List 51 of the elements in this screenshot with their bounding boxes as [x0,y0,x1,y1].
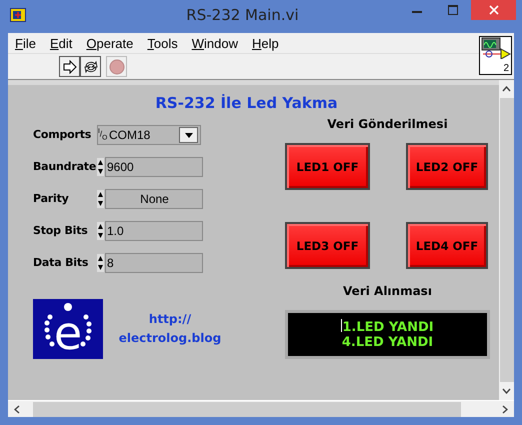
horizontal-scrollbar[interactable] [8,400,514,417]
run-continuously-button[interactable] [80,56,101,77]
cycle-arrows-icon [82,60,98,74]
spinner-arrows-icon[interactable] [97,158,104,176]
menu-item[interactable]: Edit [50,36,72,50]
menu-item[interactable]: Help [252,36,279,50]
close-icon [488,5,498,15]
stop-icon [108,58,124,74]
spinner-arrows-icon[interactable] [97,254,104,272]
menu-item[interactable]: Window [192,36,238,50]
numeric-field[interactable]: None [105,189,203,209]
numeric-field[interactable]: 9600 [105,157,203,177]
oscilloscope-drawing [480,37,510,59]
numeric-field[interactable]: 8 [105,253,203,273]
panel-title: RS-232 İle Led Yakma [154,94,339,112]
spinner-arrows-icon[interactable] [97,222,104,240]
logo-icon: e [33,299,103,359]
abort-button[interactable] [106,56,127,77]
field-label: Stop Bits [33,224,89,237]
window-title: RS-232 Main.vi [185,6,300,24]
caret-icon [184,132,192,138]
led-button[interactable]: LED3 OFF [285,222,370,269]
field-label: Comports [33,128,92,141]
website-link[interactable]: http:// electrolog.blog [115,310,225,348]
arrow-icon [62,60,76,74]
scroll-down-icon [502,388,511,394]
app-icon [10,8,26,22]
com-port-selector[interactable]: $^{I}$/$_{O}$ COM18 [97,125,201,145]
scroll-left-icon [14,404,20,414]
section-heading: Veri Alınması [342,284,433,298]
scroll-up-icon [502,86,511,92]
io-label: $^{I}$/$_{O}$ [98,128,108,142]
led-button[interactable]: LED1 OFF [285,143,370,190]
field-label: Baundrate [33,160,95,173]
menu-item[interactable]: Operate [86,36,134,50]
close-button[interactable] [471,0,516,20]
section-heading: Veri Gönderilmesi [326,117,449,131]
maximize-icon [448,5,458,15]
connector-count: 2 [503,63,509,74]
spinner-arrows-icon[interactable] [97,190,104,208]
menu-item[interactable]: Tools [147,36,178,50]
dropdown-button[interactable] [179,127,198,143]
menu-item[interactable]: File [15,36,36,50]
led-button[interactable]: LED4 OFF [406,222,488,269]
led-button[interactable]: LED2 OFF [406,143,488,190]
scroll-right-icon [502,404,508,414]
received-data-display: 1.LED YANDI 4.LED YANDI [285,310,490,359]
field-label: Parity [33,192,70,205]
numeric-field[interactable]: 1.0 [105,221,203,241]
run-button[interactable] [59,56,80,77]
field-label: Data Bits [33,256,90,269]
